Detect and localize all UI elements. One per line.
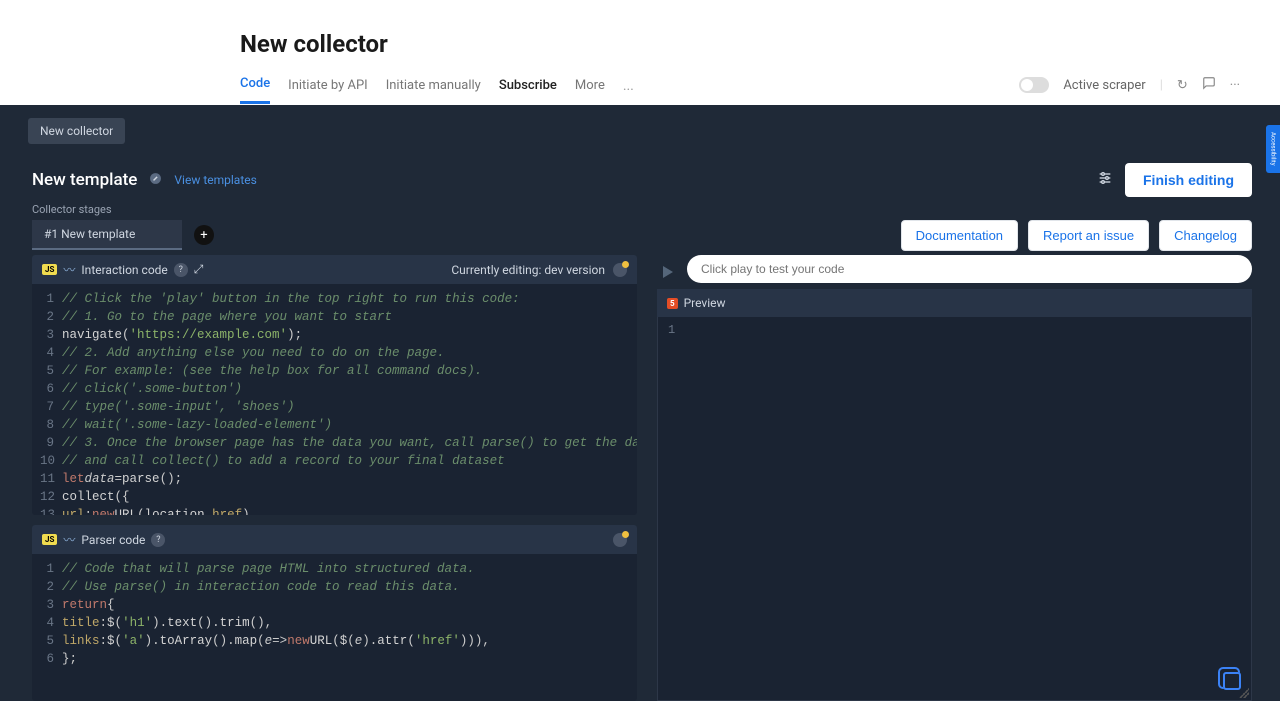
more-actions-icon[interactable]: ··· xyxy=(1230,78,1240,93)
preview-body[interactable]: 1 xyxy=(657,317,1252,701)
help-icon[interactable]: ? xyxy=(174,263,188,277)
tab-more[interactable]: More xyxy=(575,78,605,103)
page-title: New collector xyxy=(240,30,1240,58)
documentation-button[interactable]: Documentation xyxy=(901,220,1018,251)
header-tabs: Code Initiate by API Initiate manually S… xyxy=(240,76,634,104)
changelog-button[interactable]: Changelog xyxy=(1159,220,1252,251)
active-scraper-label: Active scraper xyxy=(1063,78,1145,93)
html5-icon: 5 xyxy=(667,298,678,309)
play-input[interactable] xyxy=(687,255,1252,283)
expand-icon[interactable]: ⤢ xyxy=(194,262,204,277)
interaction-code-title: Interaction code xyxy=(81,263,167,277)
accessibility-tab[interactable]: Accessibility xyxy=(1266,125,1280,173)
play-button[interactable] xyxy=(663,266,673,278)
interaction-code-editor[interactable]: 1// Click the 'play' button in the top r… xyxy=(32,284,637,515)
report-issue-button[interactable]: Report an issue xyxy=(1028,220,1149,251)
collector-chip[interactable]: New collector xyxy=(28,118,125,144)
active-scraper-toggle[interactable] xyxy=(1019,77,1049,93)
refresh-icon[interactable]: ↻ xyxy=(1177,78,1188,93)
copy-icon[interactable] xyxy=(1223,672,1241,690)
stage-tab-1[interactable]: #1 New template xyxy=(32,220,182,250)
preview-label: Preview xyxy=(684,296,726,310)
editing-version-label: Currently editing: dev version xyxy=(451,263,605,277)
help-icon[interactable]: ? xyxy=(151,533,165,547)
add-stage-button[interactable]: + xyxy=(194,225,214,245)
template-title: New template xyxy=(32,170,137,190)
parser-code-editor[interactable]: 1// Code that will parse page HTML into … xyxy=(32,554,637,674)
status-dot-icon[interactable] xyxy=(613,263,627,277)
more-icon[interactable]: ··· xyxy=(623,82,634,98)
preview-header: 5 Preview xyxy=(657,289,1252,317)
wave-icon: 〰 xyxy=(63,531,75,548)
parser-code-panel: JS 〰 Parser code ? 1// Code that will pa… xyxy=(32,525,637,701)
finish-editing-button[interactable]: Finish editing xyxy=(1125,163,1252,197)
preview-line-number: 1 xyxy=(668,323,675,337)
resize-handle-icon xyxy=(1239,688,1249,698)
stages-label: Collector stages xyxy=(32,203,112,216)
tab-initiate-manually[interactable]: Initiate manually xyxy=(386,78,481,103)
tab-code[interactable]: Code xyxy=(240,76,270,104)
settings-icon[interactable] xyxy=(1097,170,1113,190)
parser-code-title: Parser code xyxy=(81,533,145,547)
wave-icon: 〰 xyxy=(63,261,75,278)
view-templates-link[interactable]: View templates xyxy=(174,173,256,187)
tab-subscribe[interactable]: Subscribe xyxy=(499,78,557,103)
comment-icon[interactable] xyxy=(1202,76,1216,94)
pencil-icon[interactable] xyxy=(149,172,162,189)
js-badge-icon: JS xyxy=(42,534,57,545)
status-dot-icon[interactable] xyxy=(613,533,627,547)
tab-initiate-api[interactable]: Initiate by API xyxy=(288,78,368,103)
js-badge-icon: JS xyxy=(42,264,57,275)
interaction-code-panel: JS 〰 Interaction code ? ⤢ Currently edit… xyxy=(32,255,637,515)
